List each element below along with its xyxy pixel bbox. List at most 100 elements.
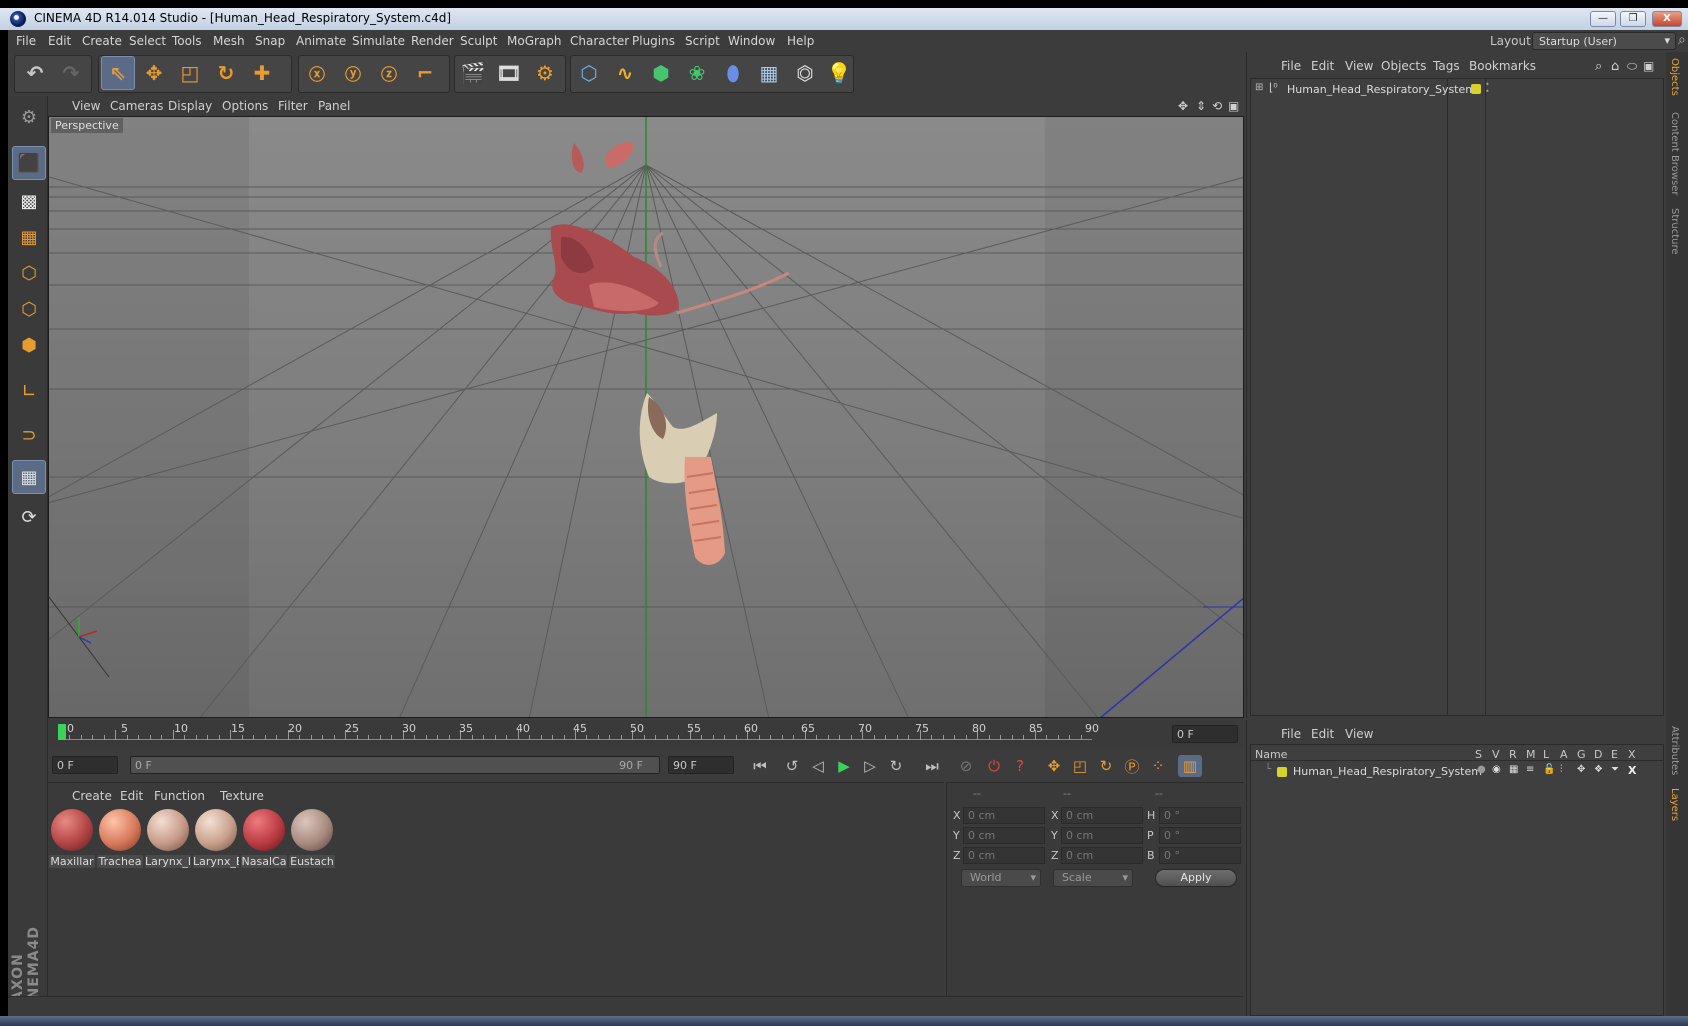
- autokey-icon[interactable]: ⏻: [982, 755, 1006, 777]
- maximize-button[interactable]: ❐: [1620, 11, 1646, 27]
- render-picture-viewer-icon[interactable]: 🎞: [492, 56, 526, 90]
- menu-edit[interactable]: Edit: [48, 34, 71, 48]
- menu-render[interactable]: Render: [411, 34, 454, 48]
- edges-mode-icon[interactable]: ⬡: [12, 292, 46, 326]
- planar-workplane-icon[interactable]: ⟳: [12, 500, 46, 534]
- menu-animate[interactable]: Animate: [296, 34, 346, 48]
- layer-color-swatch[interactable]: [1277, 767, 1287, 777]
- key-rotation-icon[interactable]: ↻: [1094, 755, 1118, 777]
- manager-column-header[interactable]: M: [1526, 748, 1536, 761]
- menu-tools[interactable]: Tools: [172, 34, 202, 48]
- coordinate-mode-dropdown[interactable]: Scale ▾: [1053, 869, 1133, 887]
- minimize-button[interactable]: —: [1590, 11, 1616, 27]
- deformers-column-header[interactable]: D: [1594, 748, 1602, 761]
- layers-menu-view[interactable]: View: [1345, 727, 1373, 741]
- viewport-menu-view[interactable]: View: [72, 99, 100, 113]
- subdivision-surface-icon[interactable]: ⬢: [644, 56, 678, 90]
- key-scale-icon[interactable]: ◰: [1068, 755, 1092, 777]
- record-keys-icon[interactable]: ⊘: [954, 755, 978, 777]
- solo-toggle-icon[interactable]: ●: [1477, 764, 1486, 775]
- objects-menu-file[interactable]: File: [1281, 59, 1301, 73]
- layout-dropdown[interactable]: Startup (User) ▾: [1532, 32, 1676, 50]
- next-key-icon[interactable]: ↻: [884, 755, 908, 777]
- object-name[interactable]: Human_Head_Respiratory_System: [1287, 83, 1476, 96]
- viewport-zoom-icon[interactable]: ⇕: [1196, 99, 1206, 113]
- menu-simulate[interactable]: Simulate: [352, 34, 405, 48]
- expand-icon[interactable]: ⊞: [1255, 82, 1263, 93]
- key-position-icon[interactable]: ✥: [1042, 755, 1066, 777]
- key-pla-icon[interactable]: ⁘: [1146, 755, 1170, 777]
- viewport-menu-options[interactable]: Options: [222, 99, 268, 113]
- menu-file[interactable]: File: [16, 34, 36, 48]
- axis-mode-icon[interactable]: ∟: [12, 374, 46, 408]
- deformer-icon[interactable]: ⬮: [716, 56, 750, 90]
- menu-mesh[interactable]: Mesh: [213, 34, 245, 48]
- light-icon[interactable]: 💡: [822, 56, 856, 90]
- animation-toggle-icon[interactable]: ⫶: [1560, 764, 1563, 775]
- rot-b-field[interactable]: 0 °: [1159, 847, 1241, 864]
- menu-script[interactable]: Script: [685, 34, 720, 48]
- size-z-field[interactable]: 0 cm: [1061, 847, 1143, 864]
- timeline-window-icon[interactable]: ▥: [1178, 755, 1202, 777]
- previous-frame-icon[interactable]: ◁: [806, 755, 830, 777]
- objects-menu-view[interactable]: View: [1345, 59, 1373, 73]
- menu-mograph[interactable]: MoGraph: [507, 34, 562, 48]
- pos-y-field[interactable]: 0 cm: [963, 827, 1045, 844]
- redo-icon[interactable]: ↷: [54, 56, 88, 90]
- view-toggle-icon[interactable]: ◉: [1492, 764, 1501, 775]
- maxillary-model[interactable]: [550, 224, 679, 316]
- search-icon[interactable]: ⌕: [1678, 32, 1686, 48]
- tab-layers[interactable]: Layers: [1669, 788, 1680, 821]
- current-frame-field[interactable]: 0 F: [1172, 725, 1238, 743]
- tab-attributes[interactable]: Attributes: [1669, 726, 1680, 775]
- name-column-header[interactable]: Name: [1255, 748, 1287, 761]
- texture-mode-icon[interactable]: ▩: [12, 184, 46, 218]
- menu-sculpt[interactable]: Sculpt: [460, 34, 497, 48]
- viewport-move-icon[interactable]: ✥: [1178, 99, 1188, 113]
- home-icon[interactable]: ⌂: [1611, 59, 1619, 74]
- keyframe-selection-icon[interactable]: ?: [1008, 755, 1032, 777]
- menu-help[interactable]: Help: [787, 34, 814, 48]
- go-to-start-icon[interactable]: ⏮: [748, 755, 772, 777]
- generators-column-header[interactable]: G: [1577, 748, 1586, 761]
- y-axis-lock-icon[interactable]: ⓨ: [336, 56, 370, 90]
- deformers-toggle-icon[interactable]: ❖: [1594, 764, 1603, 775]
- material-menu-create[interactable]: Create: [72, 789, 112, 803]
- material-swatch[interactable]: Larynx_E: [193, 807, 239, 868]
- solo-column-header[interactable]: S: [1475, 748, 1482, 761]
- collapse-icon[interactable]: ⬭: [1627, 59, 1637, 74]
- xref-toggle-icon[interactable]: X: [1628, 764, 1636, 777]
- viewport-menu-filter[interactable]: Filter: [278, 99, 308, 113]
- locked-column-header[interactable]: L: [1543, 748, 1549, 761]
- rot-p-field[interactable]: 0 °: [1159, 827, 1241, 844]
- render-toggle-icon[interactable]: ▦: [1509, 764, 1518, 775]
- end-frame-field[interactable]: 90 F: [668, 756, 734, 774]
- live-selection-icon[interactable]: ⇖: [101, 56, 135, 90]
- objects-menu-bookmarks[interactable]: Bookmarks: [1469, 59, 1536, 73]
- lock-toggle-icon[interactable]: 🔓: [1543, 764, 1555, 775]
- pos-x-field[interactable]: 0 cm: [963, 807, 1045, 824]
- render-column-header[interactable]: R: [1509, 748, 1517, 761]
- close-button[interactable]: X: [1652, 11, 1682, 27]
- cloner-icon[interactable]: ❀: [680, 56, 714, 90]
- menu-window[interactable]: Window: [728, 34, 775, 48]
- undo-icon[interactable]: ↶: [18, 56, 52, 90]
- menu-plugins[interactable]: Plugins: [632, 34, 675, 48]
- material-swatch[interactable]: NasalCa: [241, 807, 287, 868]
- generators-toggle-icon[interactable]: ✥: [1577, 764, 1585, 775]
- material-menu-edit[interactable]: Edit: [120, 789, 143, 803]
- points-mode-icon[interactable]: ⬡: [12, 256, 46, 290]
- perspective-viewport[interactable]: [48, 116, 1244, 718]
- workplane-icon[interactable]: ▦: [12, 220, 46, 254]
- floor-icon[interactable]: ▦: [752, 56, 786, 90]
- x-axis-lock-icon[interactable]: ⓧ: [300, 56, 334, 90]
- previous-key-icon[interactable]: ↺: [780, 755, 804, 777]
- scale-icon[interactable]: ◰: [173, 56, 207, 90]
- playhead-marker[interactable]: [58, 724, 66, 740]
- cinema4d-app-icon[interactable]: [10, 11, 26, 27]
- larynx-model[interactable]: [639, 393, 725, 565]
- xref-column-header[interactable]: X: [1628, 748, 1636, 761]
- expressions-toggle-icon[interactable]: ⏷: [1611, 764, 1619, 775]
- menu-character[interactable]: Character: [570, 34, 629, 48]
- viewport-toggle-icon[interactable]: ▣: [1228, 99, 1239, 113]
